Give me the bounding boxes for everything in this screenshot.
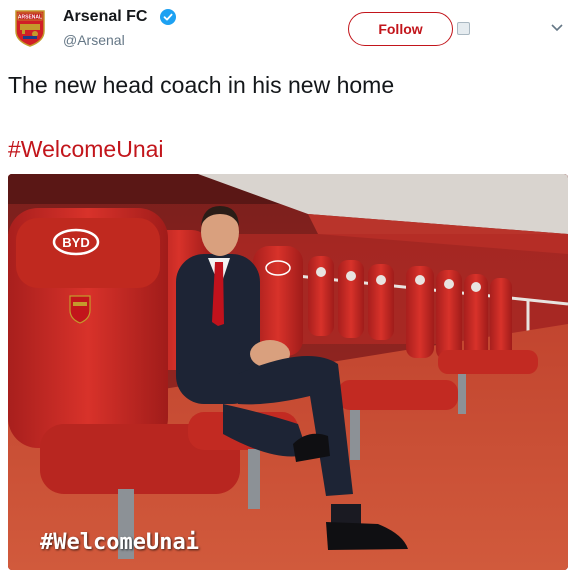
verified-badge-icon xyxy=(160,9,176,25)
svg-text:ARSENAL: ARSENAL xyxy=(18,15,42,21)
avatar[interactable]: ARSENAL xyxy=(10,8,50,48)
seat-brand-text: BYD xyxy=(62,235,89,250)
image-placeholder-icon xyxy=(457,22,470,35)
follow-button[interactable]: Follow xyxy=(348,12,453,46)
chevron-down-icon[interactable] xyxy=(551,24,563,32)
tweet-text: The new head coach in his new home xyxy=(8,72,395,98)
stadium-dugout-photo: BYD xyxy=(8,174,568,570)
tweet-photo[interactable]: BYD #WelcomeUnai xyxy=(8,174,568,570)
tweet-header: ARSENAL Arsenal FC @Arsenal Follow xyxy=(0,0,575,60)
photo-hashtag-overlay: #WelcomeUnai xyxy=(40,530,199,555)
display-name[interactable]: Arsenal FC xyxy=(63,8,147,26)
account-handle[interactable]: @Arsenal xyxy=(63,32,125,48)
hashtag-link[interactable]: #WelcomeUnai xyxy=(8,134,164,164)
arsenal-crest-icon: ARSENAL xyxy=(15,10,45,47)
